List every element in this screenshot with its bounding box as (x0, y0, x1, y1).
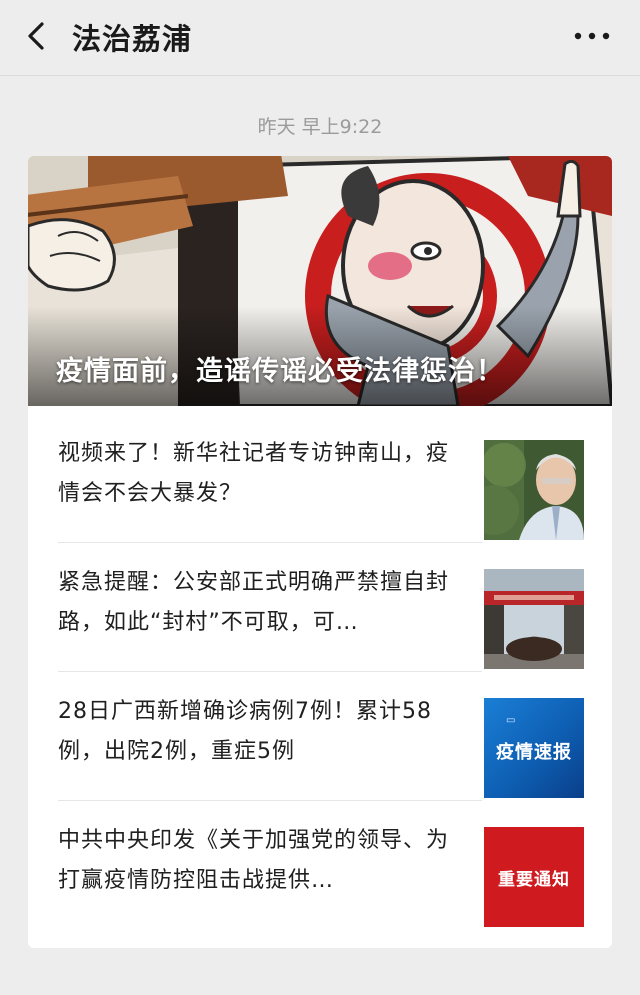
article-item[interactable]: 紧急提醒：公安部正式明确严禁擅自封路，如此“封村”不可取，可… (28, 543, 612, 672)
thumbnail-label: 疫情速报 (496, 742, 572, 763)
article-title: 紧急提醒：公安部正式明确严禁擅自封路，如此“封村”不可取，可… (58, 570, 450, 635)
article-thumbnail: 重要通知 (484, 827, 584, 927)
top-bar: 法治荔浦 (0, 0, 640, 76)
news-card: 疫情面前，造谣传谣必受法律惩治！ 视频来了！新华社记者专访钟南山，疫情会不会大暴… (28, 156, 612, 948)
more-dots-icon (574, 32, 610, 40)
more-button[interactable] (572, 26, 612, 46)
thumbnail-label: 重要通知 (498, 870, 570, 890)
message-timestamp: 昨天 早上9:22 (257, 116, 383, 138)
thumbnail-logo-icon: ▭ (506, 715, 516, 726)
chevron-left-icon (28, 22, 44, 50)
article-item[interactable]: 中共中央印发《关于加强党的领导、为打赢疫情防控阻击战提供… 重要通知 (28, 801, 612, 930)
article-title: 中共中央印发《关于加强党的领导、为打赢疫情防控阻击战提供… (58, 828, 450, 893)
article-thumbnail: ▭ 疫情速报 (484, 698, 584, 798)
back-button[interactable] (18, 14, 58, 58)
article-thumbnail (484, 440, 584, 540)
page-title: 法治荔浦 (72, 22, 193, 56)
article-thumbnail (484, 569, 584, 669)
article-title: 28日广西新增确诊病例7例！累计58例，出院2例，重症5例 (58, 699, 432, 764)
hero-article[interactable]: 疫情面前，造谣传谣必受法律惩治！ (28, 156, 612, 406)
article-item[interactable]: 28日广西新增确诊病例7例！累计58例，出院2例，重症5例 ▭ 疫情速报 (28, 672, 612, 801)
article-title: 视频来了！新华社记者专访钟南山，疫情会不会大暴发？ (58, 441, 450, 506)
hero-caption: 疫情面前，造谣传谣必受法律惩治！ (56, 356, 504, 387)
article-item[interactable]: 视频来了！新华社记者专访钟南山，疫情会不会大暴发？ (28, 414, 612, 543)
